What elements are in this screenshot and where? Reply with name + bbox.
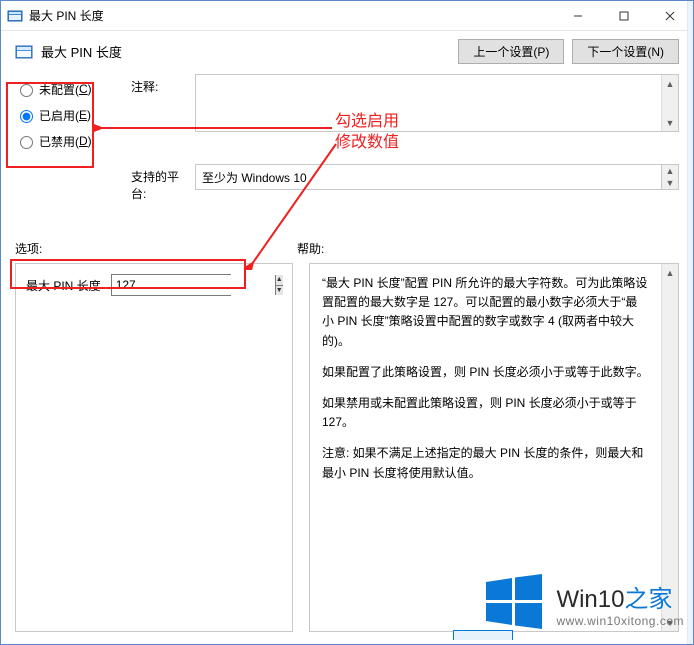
dialog-body: 未配置(C) 已启用(E) 已禁用(D) 注释: ▲ ▼ xyxy=(1,70,693,644)
radio-enabled[interactable]: 已启用(E) xyxy=(15,102,127,128)
scroll-up-icon[interactable]: ▲ xyxy=(662,264,678,281)
max-pin-length-input[interactable] xyxy=(112,275,275,295)
scroll-up-icon[interactable]: ▲ xyxy=(662,165,678,177)
options-section-label: 选项: xyxy=(15,240,297,257)
radio-disabled[interactable]: 已禁用(D) xyxy=(15,128,127,154)
policy-header-icon xyxy=(15,43,33,61)
previous-setting-button[interactable]: 上一个设置(P) xyxy=(458,39,564,64)
radio-not-configured-input[interactable] xyxy=(20,84,33,97)
help-panel: “最大 PIN 长度”配置 PIN 所允许的最大字符数。可为此策略设置配置的最大… xyxy=(309,263,679,632)
window-right-edge xyxy=(687,1,693,644)
scroll-up-icon[interactable]: ▲ xyxy=(662,75,678,92)
options-panel: 最大 PIN 长度 ▲ ▼ xyxy=(15,263,293,632)
help-section-label: 帮助: xyxy=(297,240,324,257)
maximize-button[interactable] xyxy=(601,1,647,31)
max-pin-length-spinner[interactable]: ▲ ▼ xyxy=(111,274,231,296)
help-text: “最大 PIN 长度”配置 PIN 所允许的最大字符数。可为此策略设置配置的最大… xyxy=(310,264,661,631)
platform-scrollbar[interactable]: ▲ ▼ xyxy=(662,164,679,190)
partial-ok-button[interactable] xyxy=(453,630,513,640)
policy-dialog-window: 最大 PIN 长度 最大 PIN 长度 上一个设置(P) 下一个设置(N) xyxy=(0,0,694,645)
platform-label: 支持的平台: xyxy=(131,164,191,202)
help-scrollbar[interactable]: ▲ ▼ xyxy=(661,264,678,631)
supported-platform-box: 至少为 Windows 10 xyxy=(195,164,662,190)
max-pin-length-label: 最大 PIN 长度 xyxy=(26,277,101,294)
scroll-down-icon[interactable]: ▼ xyxy=(662,614,678,631)
radio-not-configured[interactable]: 未配置(C) xyxy=(15,76,127,102)
next-setting-button[interactable]: 下一个设置(N) xyxy=(572,39,679,64)
header-title: 最大 PIN 长度 xyxy=(41,42,458,61)
minimize-button[interactable] xyxy=(555,1,601,31)
comment-scrollbar[interactable]: ▲ ▼ xyxy=(661,75,678,131)
comment-label: 注释: xyxy=(131,74,191,154)
comment-textbox[interactable]: ▲ ▼ xyxy=(195,74,679,132)
policy-icon xyxy=(7,8,23,24)
header-row: 最大 PIN 长度 上一个设置(P) 下一个设置(N) xyxy=(1,31,693,70)
state-radio-group: 未配置(C) 已启用(E) 已禁用(D) xyxy=(15,74,127,154)
scroll-down-icon[interactable]: ▼ xyxy=(662,177,678,189)
spinner-down-button[interactable]: ▼ xyxy=(276,286,283,296)
radio-disabled-input[interactable] xyxy=(20,136,33,149)
titlebar: 最大 PIN 长度 xyxy=(1,1,693,31)
supported-platform-value: 至少为 Windows 10 xyxy=(202,169,307,186)
window-title: 最大 PIN 长度 xyxy=(29,7,555,24)
comment-value xyxy=(196,75,661,131)
spinner-up-button[interactable]: ▲ xyxy=(276,275,283,286)
radio-enabled-input[interactable] xyxy=(20,110,33,123)
scroll-down-icon[interactable]: ▼ xyxy=(662,114,678,131)
